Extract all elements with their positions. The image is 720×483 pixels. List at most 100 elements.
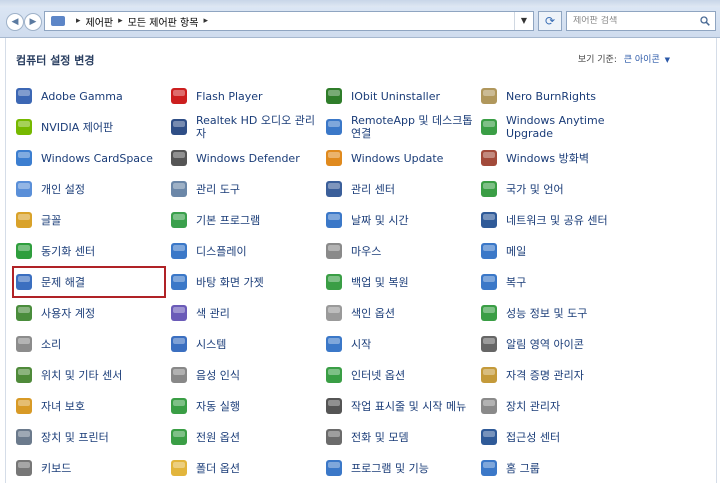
control-panel-item-admin-tools[interactable]: 관리 도구 [169,175,319,203]
performance-icon [481,305,497,321]
control-panel-item-system[interactable]: 시스템 [169,330,319,358]
control-panel-item-power[interactable]: 전원 옵션 [169,423,319,451]
control-panel-item-printer[interactable]: 장치 및 프린터 [14,423,164,451]
control-panel-item-recovery[interactable]: 복구 [479,268,629,296]
folder-icon [171,460,187,476]
address-bar[interactable]: ▸ 제어판 ▸ 모든 제어판 항목 ▸ ▼ [44,11,534,31]
control-panel-item-label: Windows CardSpace [41,151,153,165]
view-by-value[interactable]: 큰 아이콘 [624,55,660,65]
refresh-icon[interactable]: ⟳ [538,11,562,31]
control-panel-item-label: 성능 정보 및 도구 [506,306,588,320]
control-panel-item-microphone[interactable]: 음성 인식 [169,361,319,389]
address-dropdown-icon[interactable]: ▼ [514,12,533,30]
forward-button[interactable]: ▶ [24,13,42,31]
control-panel-item-ease-access[interactable]: 접근성 센터 [479,423,629,451]
sensor-icon [16,367,32,383]
control-panel-item-flash[interactable]: Flash Player [169,82,319,110]
control-panel-item-programs[interactable]: 프로그램 및 기능 [324,454,474,482]
default-programs-icon [171,212,187,228]
search-icon[interactable] [700,16,710,26]
control-panel-item-nvidia[interactable]: NVIDIA 제어판 [14,113,164,141]
control-panel-item-firewall[interactable]: Windows 방화벽 [479,144,629,172]
mail-icon [481,243,497,259]
nvidia-icon [16,119,32,135]
control-panel-item-label: 작업 표시줄 및 시작 메뉴 [351,399,467,413]
control-panel-item-windows-update[interactable]: Windows Update [324,144,474,172]
control-panel-item-parental[interactable]: 자녀 보호 [14,392,164,420]
firewall-icon [481,150,497,166]
breadcrumb-item-all-items[interactable]: 모든 제어판 항목 [128,14,199,29]
control-panel-item-label: 날짜 및 시간 [351,213,409,227]
control-panel-item-label: 문제 해결 [41,275,85,289]
control-panel-item-action-center[interactable]: 관리 센터 [324,175,474,203]
control-panel-item-sync-center[interactable]: 동기화 센터 [14,237,164,265]
search-input[interactable] [573,16,691,26]
sync-center-icon [16,243,32,259]
control-panel-item-remoteapp[interactable]: RemoteApp 및 데스크톱 연결 [324,113,474,141]
control-panel-item-backup[interactable]: 백업 및 복원 [324,268,474,296]
troubleshoot-icon [16,274,32,290]
control-panel-item-anytime-upgrade[interactable]: Windows Anytime Upgrade [479,113,629,141]
view-by: 보기 기준: 큰 아이콘 ▼ [578,52,670,65]
control-panel-item-personalize[interactable]: 개인 설정 [14,175,164,203]
control-panel-item-label: 디스플레이 [196,244,247,258]
control-panel-item-phone[interactable]: 전화 및 모뎀 [324,423,474,451]
control-panel-item-label: 바탕 화면 가젯 [196,275,264,289]
cardspace-icon [16,150,32,166]
control-panel-item-realtek[interactable]: Realtek HD 오디오 관리자 [169,113,319,141]
control-panel-item-credential[interactable]: 자격 증명 관리자 [479,361,629,389]
control-panel-item-label: NVIDIA 제어판 [41,120,114,134]
admin-tools-icon [171,181,187,197]
mouse-icon [326,243,342,259]
control-panel-item-getting-started[interactable]: 시작 [324,330,474,358]
control-panel-item-notification[interactable]: 알림 영역 아이콘 [479,330,629,358]
view-by-dropdown-icon[interactable]: ▼ [665,56,670,64]
control-panel-item-network[interactable]: 네트워크 및 공유 센터 [479,206,629,234]
taskbar-icon [326,398,342,414]
control-panel-item-font[interactable]: 글꼴 [14,206,164,234]
control-panel-item-label: 동기화 센터 [41,244,96,258]
back-button[interactable]: ◀ [6,13,24,31]
control-panel-item-clock[interactable]: 날짜 및 시간 [324,206,474,234]
remoteapp-icon [326,119,342,135]
microphone-icon [171,367,187,383]
search-box[interactable] [566,11,716,31]
control-panel-item-folder[interactable]: 폴더 옵션 [169,454,319,482]
system-icon [171,336,187,352]
control-panel-item-default-programs[interactable]: 기본 프로그램 [169,206,319,234]
page-title: 컴퓨터 설정 변경 [16,54,95,67]
control-panel-item-indexing[interactable]: 색인 옵션 [324,299,474,327]
control-panel-item-color-mgmt[interactable]: 색 관리 [169,299,319,327]
control-panel-item-iobit[interactable]: IObit Uninstaller [324,82,474,110]
control-panel-item-cardspace[interactable]: Windows CardSpace [14,144,164,172]
font-icon [16,212,32,228]
control-panel-item-label: 장치 관리자 [506,399,561,413]
recovery-icon [481,274,497,290]
control-panel-item-mouse[interactable]: 마우스 [324,237,474,265]
control-panel-item-sensor[interactable]: 위치 및 기타 센서 [14,361,164,389]
control-panel-item-label: 접근성 센터 [506,430,561,444]
control-panel-item-user-accounts[interactable]: 사용자 계정 [14,299,164,327]
control-panel-item-internet-options[interactable]: 인터넷 옵션 [324,361,474,389]
control-panel-item-speaker[interactable]: 소리 [14,330,164,358]
control-panel-item-keyboard[interactable]: 키보드 [14,454,164,482]
printer-icon [16,429,32,445]
control-panel-item-taskbar[interactable]: 작업 표시줄 및 시작 메뉴 [324,392,474,420]
control-panel-item-mail[interactable]: 메일 [479,237,629,265]
control-panel-item-defender[interactable]: Windows Defender [169,144,319,172]
control-panel-item-troubleshoot[interactable]: 문제 해결 [12,266,166,298]
control-panel-item-homegroup[interactable]: 홈 그룹 [479,454,629,482]
control-panel-item-performance[interactable]: 성능 정보 및 도구 [479,299,629,327]
control-panel-item-globe[interactable]: 국가 및 언어 [479,175,629,203]
control-panel-item-autoplay[interactable]: 자동 실행 [169,392,319,420]
monitor-gamma-icon [16,88,32,104]
control-panel-item-monitor-gamma[interactable]: Adobe Gamma [14,82,164,110]
breadcrumb-item-control-panel[interactable]: 제어판 [86,14,114,29]
control-panel-item-device-manager[interactable]: 장치 관리자 [479,392,629,420]
action-center-icon [326,181,342,197]
control-panel-item-label: IObit Uninstaller [351,89,440,103]
control-panel-item-gadgets[interactable]: 바탕 화면 가젯 [169,268,319,296]
control-panel-item-display[interactable]: 디스플레이 [169,237,319,265]
control-panel-item-nero[interactable]: Nero BurnRights [479,82,629,110]
nero-icon [481,88,497,104]
